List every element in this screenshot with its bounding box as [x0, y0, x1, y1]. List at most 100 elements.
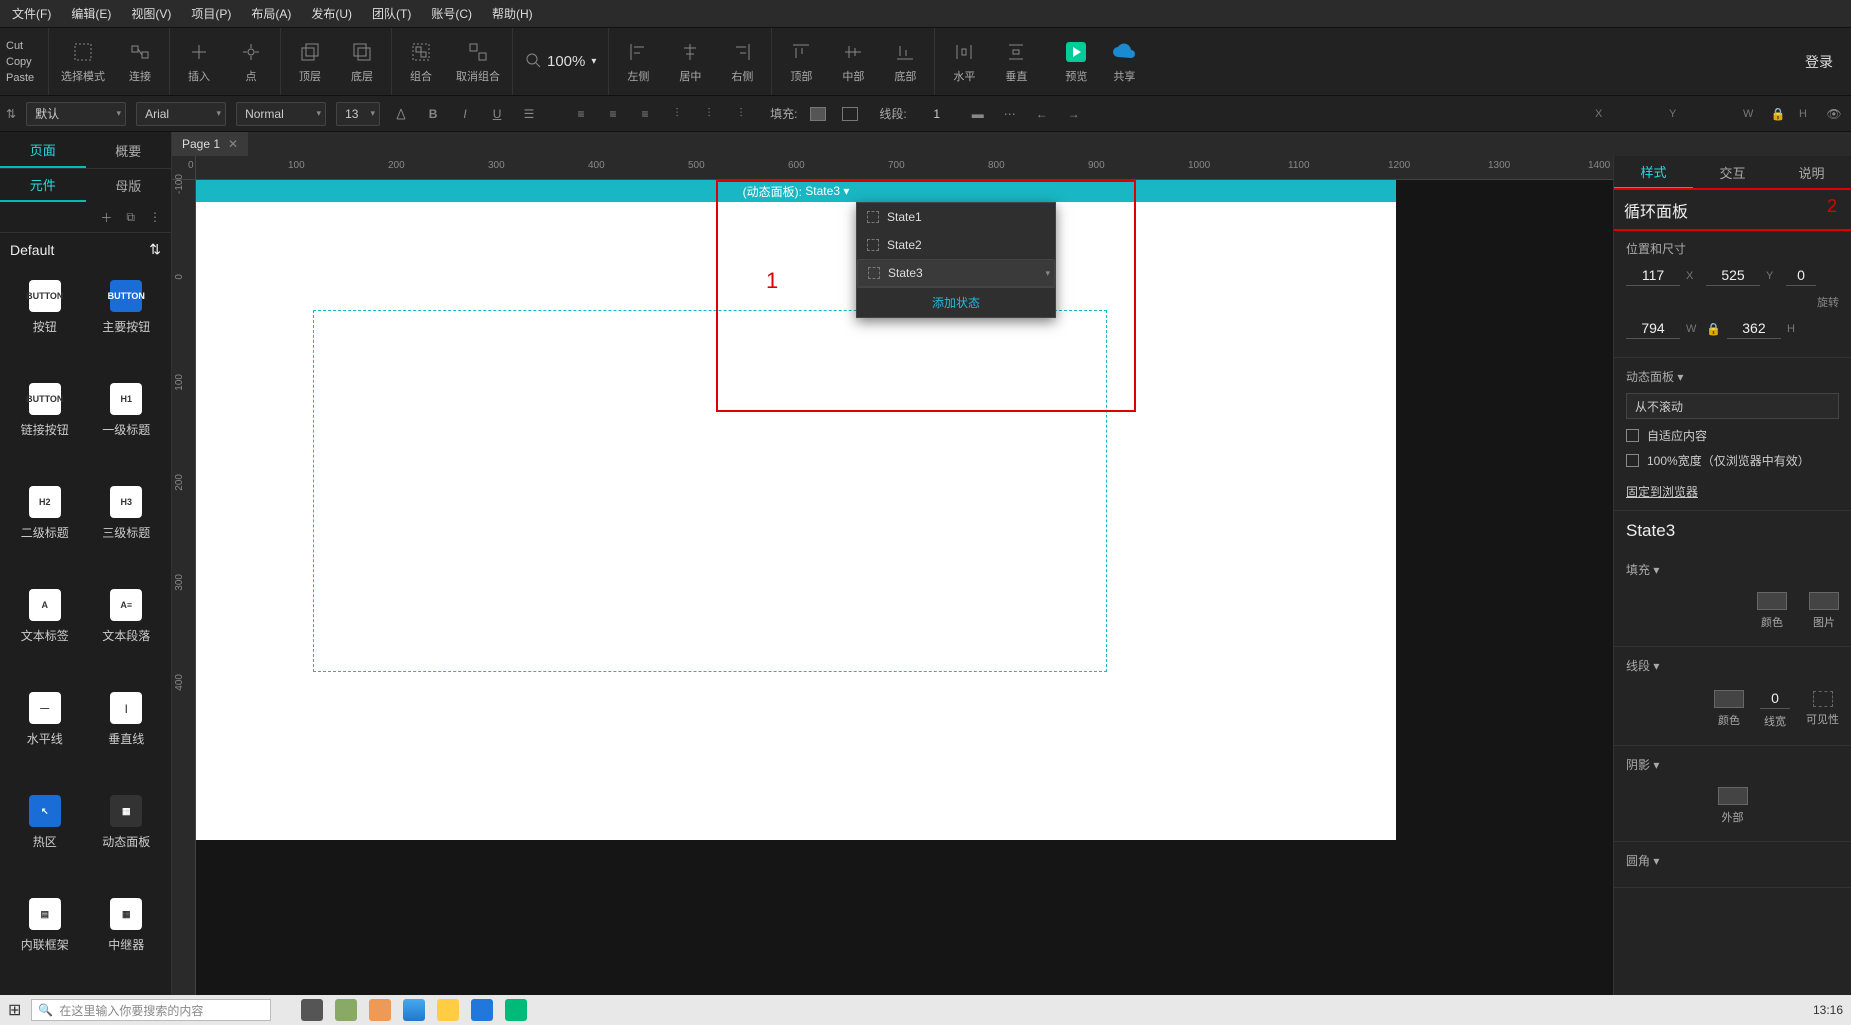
- library-header[interactable]: Default ⇅: [0, 232, 171, 266]
- font-color-button[interactable]: [390, 103, 412, 125]
- taskbar-app-2[interactable]: [335, 999, 357, 1021]
- line-visibility-button[interactable]: [1813, 691, 1833, 707]
- line-arrow-left-button[interactable]: ←: [1031, 103, 1053, 125]
- tab-outline[interactable]: 概要: [86, 132, 172, 168]
- line-color-button[interactable]: ▬: [967, 103, 989, 125]
- widget-动态面板[interactable]: ▦动态面板: [86, 795, 168, 878]
- state-option-State3[interactable]: State3: [857, 259, 1055, 287]
- taskbar-app-5[interactable]: [437, 999, 459, 1021]
- text-align-right-button[interactable]: ≡: [634, 103, 656, 125]
- dynamic-panel-header[interactable]: (动态面板): State3 ▾: [196, 180, 1396, 202]
- top-layer-button[interactable]: 顶层: [293, 40, 327, 84]
- scroll-behavior-select[interactable]: 从不滚动: [1626, 393, 1839, 419]
- rotation-input[interactable]: [1786, 265, 1816, 286]
- menu-account[interactable]: 账号(C): [427, 3, 476, 24]
- duplicate-icon[interactable]: ⧉: [126, 210, 135, 225]
- italic-button[interactable]: I: [454, 103, 476, 125]
- widget-内联框架[interactable]: ▤内联框架: [4, 898, 86, 981]
- tab-masters[interactable]: 母版: [86, 169, 172, 202]
- state-option-State2[interactable]: State2: [857, 231, 1055, 259]
- menu-edit[interactable]: 编辑(E): [67, 3, 115, 24]
- line-width-input-right[interactable]: [1760, 688, 1790, 709]
- line-style-button[interactable]: ⋯: [999, 103, 1021, 125]
- widget-水平线[interactable]: —水平线: [4, 692, 86, 775]
- valign-top-button[interactable]: ⫶: [666, 103, 688, 125]
- add-state-button[interactable]: 添加状态: [857, 287, 1055, 317]
- widget-主要按钮[interactable]: BUTTON主要按钮: [86, 280, 168, 363]
- size-w-input[interactable]: [1626, 318, 1680, 339]
- align-top-button[interactable]: 顶部: [784, 40, 818, 84]
- tab-style-right[interactable]: 样式: [1614, 156, 1693, 189]
- lock-aspect-icon[interactable]: 🔒: [1706, 322, 1721, 336]
- share-button[interactable]: 共享: [1107, 40, 1141, 84]
- style-preset-select[interactable]: 默认: [26, 102, 126, 126]
- widget-一级标题[interactable]: H1一级标题: [86, 383, 168, 466]
- insert-button[interactable]: 插入: [182, 40, 216, 84]
- paste-button[interactable]: Paste: [4, 71, 44, 85]
- pos-x-input[interactable]: [1626, 265, 1680, 286]
- widget-name-field[interactable]: 循环面板 2: [1614, 190, 1851, 230]
- underline-button[interactable]: U: [486, 103, 508, 125]
- taskbar-app-7[interactable]: [505, 999, 527, 1021]
- login-button[interactable]: 登录: [1787, 28, 1851, 95]
- text-align-left-button[interactable]: ≡: [570, 103, 592, 125]
- tab-pages[interactable]: 页面: [0, 132, 86, 168]
- distribute-h-button[interactable]: 水平: [947, 40, 981, 84]
- bottom-layer-button[interactable]: 底层: [345, 40, 379, 84]
- align-right-button[interactable]: 右侧: [725, 40, 759, 84]
- preview-button[interactable]: 预览: [1059, 40, 1093, 84]
- fit-content-checkbox[interactable]: 自适应内容: [1626, 427, 1839, 444]
- widget-文本段落[interactable]: A≡文本段落: [86, 589, 168, 672]
- taskbar-app-3[interactable]: [369, 999, 391, 1021]
- taskbar-app-6[interactable]: [471, 999, 493, 1021]
- widget-三级标题[interactable]: H3三级标题: [86, 486, 168, 569]
- group-button[interactable]: 组合: [404, 40, 438, 84]
- fill-image-swatch[interactable]: [1809, 592, 1839, 610]
- pin-to-browser-link[interactable]: 固定到浏览器: [1626, 483, 1698, 500]
- start-button[interactable]: ⊞: [8, 1000, 21, 1020]
- fill-image-button[interactable]: [839, 103, 861, 125]
- select-mode-button[interactable]: 选择模式: [61, 40, 105, 84]
- canvas-stage[interactable]: (动态面板): State3 ▾ 1 State1State2State3 添加…: [196, 180, 1613, 995]
- menu-view[interactable]: 视图(V): [127, 3, 175, 24]
- line-width-input[interactable]: [917, 107, 957, 121]
- widget-热区[interactable]: ↖热区: [4, 795, 86, 878]
- align-bottom-button[interactable]: 底部: [888, 40, 922, 84]
- menu-file[interactable]: 文件(F): [8, 3, 55, 24]
- font-family-select[interactable]: Arial: [136, 102, 226, 126]
- taskbar-search[interactable]: 🔍 在这里输入你要搜索的内容: [31, 999, 271, 1021]
- taskbar-clock[interactable]: 13:16: [1813, 1003, 1843, 1017]
- menu-help[interactable]: 帮助(H): [488, 3, 537, 24]
- font-weight-select[interactable]: Normal: [236, 102, 326, 126]
- widget-链接按钮[interactable]: BUTTON链接按钮: [4, 383, 86, 466]
- visibility-toggle[interactable]: 👁: [1823, 103, 1845, 125]
- pos-y-input[interactable]: [1706, 265, 1760, 286]
- taskbar-app-1[interactable]: [301, 999, 323, 1021]
- bold-button[interactable]: B: [422, 103, 444, 125]
- align-center-h-button[interactable]: 居中: [673, 40, 707, 84]
- copy-button[interactable]: Copy: [4, 55, 44, 69]
- state-option-State1[interactable]: State1: [857, 203, 1055, 231]
- dynamic-panel-widget[interactable]: [313, 310, 1107, 672]
- tab-notes[interactable]: 说明: [1772, 156, 1851, 189]
- align-left-button[interactable]: 左侧: [621, 40, 655, 84]
- ungroup-button[interactable]: 取消组合: [456, 40, 500, 84]
- valign-middle-button[interactable]: ⫶: [698, 103, 720, 125]
- y-input[interactable]: [1693, 107, 1733, 121]
- shadow-outer-swatch[interactable]: [1718, 787, 1748, 805]
- fill-color-swatch-right[interactable]: [1757, 592, 1787, 610]
- full-width-checkbox[interactable]: 100%宽度（仅浏览器中有效）: [1626, 452, 1839, 469]
- more-icon[interactable]: ⋮: [149, 210, 161, 224]
- menu-project[interactable]: 项目(P): [187, 3, 235, 24]
- valign-bottom-button[interactable]: ⫶: [730, 103, 752, 125]
- distribute-v-button[interactable]: 垂直: [999, 40, 1033, 84]
- widget-按钮[interactable]: BUTTON按钮: [4, 280, 86, 363]
- align-middle-button[interactable]: 中部: [836, 40, 870, 84]
- page-tab[interactable]: Page 1 ✕: [172, 132, 248, 156]
- widget-文本标签[interactable]: A文本标签: [4, 589, 86, 672]
- point-button[interactable]: 点: [234, 40, 268, 84]
- close-tab-button[interactable]: ✕: [228, 137, 238, 151]
- add-icon[interactable]: ＋: [100, 209, 112, 226]
- line-arrow-right-button[interactable]: →: [1063, 103, 1085, 125]
- x-input[interactable]: [1619, 107, 1659, 121]
